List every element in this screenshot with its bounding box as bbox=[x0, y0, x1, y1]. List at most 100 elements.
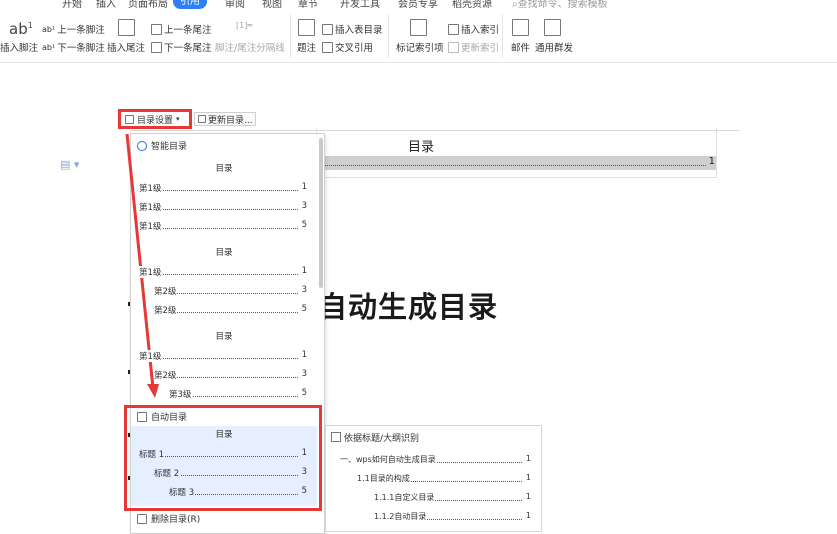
ribbon-divider bbox=[388, 14, 389, 58]
update-index-button[interactable]: 更新索引 bbox=[448, 40, 499, 54]
cross-reference-button[interactable]: 交叉引用 bbox=[322, 40, 373, 54]
panel-title: 依据标题/大纲识别 bbox=[344, 434, 420, 444]
outline-toc-row-page: 1 bbox=[525, 473, 531, 482]
tab-member[interactable]: 会员专享 bbox=[398, 0, 438, 10]
toc-style-row-page: 3 bbox=[301, 369, 307, 379]
delete-toc-icon bbox=[137, 513, 147, 524]
toc-style-option[interactable]: 目录第1级 1 第1级 3 第1级 5 bbox=[131, 160, 317, 240]
tab-home[interactable]: 开始 bbox=[62, 0, 82, 10]
menu-bar: 开始 插入 页面布局 引用 审阅 视图 章节 开发工具 会员专享 稻壳资源 ⌕查… bbox=[0, 0, 837, 10]
insert-footnote-button[interactable]: 插入脚注 bbox=[0, 40, 38, 54]
toc-style-title: 目录 bbox=[215, 248, 233, 258]
separator-line-icon: [1]═ bbox=[236, 21, 253, 30]
outline-toc-row: 一、wps如何自动生成目录 1 bbox=[340, 454, 531, 466]
insert-endnote-button[interactable]: 插入尾注 bbox=[107, 40, 145, 54]
auto-toc-icon bbox=[137, 411, 147, 422]
tab-section[interactable]: 章节 bbox=[298, 0, 318, 10]
toc-style-row: 第2级 5 bbox=[139, 304, 307, 316]
insert-index-icon bbox=[448, 23, 459, 35]
mark-index-entry-button[interactable]: 标记索引项 bbox=[396, 40, 444, 54]
toc-style-row-label: 标题 3 bbox=[169, 486, 196, 498]
update-toc-icon bbox=[198, 115, 206, 123]
toc-settings-dropdown: 智能目录 目录 第1级 1 第1级 3 第1级 5 目录 第1级 1 第2级 3 第2级 5 目录 第1级… bbox=[130, 133, 325, 534]
toc-style-row: 标题 2 3 bbox=[139, 467, 307, 479]
outline-toc-row: 1.1目录的构成 1 bbox=[357, 473, 531, 485]
command-search[interactable]: ⌕查找命令、搜索模板 bbox=[512, 0, 608, 10]
toc-style-row-page: 5 bbox=[301, 388, 307, 398]
toc-style-option[interactable]: 目录 第1级 1 第2级 3 第3级 5 bbox=[131, 328, 317, 408]
prev-endnote-button[interactable]: 上一条尾注 bbox=[151, 22, 212, 36]
outline-toc-row-page: 1 bbox=[525, 454, 531, 463]
page-navigation-icon[interactable]: ▤ ▾ bbox=[60, 158, 79, 171]
toc-style-row: 标题 3 5 bbox=[139, 486, 307, 498]
toc-style-row-page: 1 bbox=[301, 350, 307, 360]
toc-entry-line[interactable]: 1 bbox=[320, 156, 716, 170]
toc-style-row-label: 第2级 bbox=[154, 369, 178, 381]
delete-toc-item[interactable]: 删除目录(R) bbox=[137, 512, 200, 525]
page-top-margin-line bbox=[130, 130, 740, 131]
prev-endnote-icon bbox=[151, 23, 162, 35]
toc-leader-dots bbox=[139, 228, 298, 229]
smart-toc-icon bbox=[137, 140, 147, 151]
dropdown-scrollbar[interactable] bbox=[319, 138, 323, 288]
tab-insert[interactable]: 插入 bbox=[96, 0, 116, 10]
toc-style-row-label: 第2级 bbox=[154, 285, 178, 297]
toc-leader-dots bbox=[139, 209, 298, 210]
toc-style-row-label: 第1级 bbox=[139, 266, 163, 278]
toc-leader-dots bbox=[139, 190, 298, 191]
outline-toc-preview-panel[interactable]: 依据标题/大纲识别 一、wps如何自动生成目录 1 1.1目录的构成 1 1.1.1自定… bbox=[325, 425, 542, 532]
tab-docer[interactable]: 稻壳资源 bbox=[452, 0, 492, 10]
toc-frame-bottom bbox=[316, 177, 716, 178]
toc-style-row-label: 第1级 bbox=[139, 182, 163, 194]
caption-button[interactable]: 题注 bbox=[297, 40, 316, 54]
toc-style-row-page: 5 bbox=[301, 486, 307, 496]
prev-footnote-button[interactable]: ab¹ 上一条脚注 bbox=[42, 22, 105, 37]
toc-settings-button[interactable]: 目录设置 ▾ bbox=[118, 109, 192, 129]
toc-style-row-page: 3 bbox=[301, 285, 307, 295]
tab-developer[interactable]: 开发工具 bbox=[340, 0, 380, 10]
next-footnote-button[interactable]: ab¹ 下一条脚注 bbox=[42, 40, 105, 55]
insert-index-button[interactable]: 插入索引 bbox=[448, 22, 499, 36]
outline-toc-row-label: 1.1.1自定义目录 bbox=[374, 492, 436, 503]
outline-toc-row: 1.1.2自动目录 1 bbox=[374, 511, 531, 523]
prev-footnote-icon: ab¹ bbox=[42, 24, 56, 34]
mass-mailing-icon bbox=[544, 19, 561, 36]
toc-style-row-label: 第3级 bbox=[169, 388, 193, 400]
auto-toc-option[interactable]: 目录 标题 1 1 标题 2 3 标题 3 5 bbox=[131, 426, 317, 506]
tab-page-layout[interactable]: 页面布局 bbox=[128, 0, 168, 10]
outline-toc-row-label: 1.1.2自动目录 bbox=[374, 511, 428, 522]
tab-references[interactable]: 引用 bbox=[173, 0, 207, 9]
smart-toc-header: 智能目录 bbox=[137, 139, 187, 152]
outline-toc-row-label: 一、wps如何自动生成目录 bbox=[340, 454, 437, 465]
toc-style-row: 第1级 5 bbox=[139, 220, 307, 232]
toc-style-row-page: 3 bbox=[301, 467, 307, 477]
footnote-separator-button[interactable]: 脚注/尾注分隔线 bbox=[215, 40, 285, 54]
update-toc-button[interactable]: 更新目录... bbox=[194, 112, 256, 126]
toc-style-title: 目录 bbox=[215, 164, 233, 174]
footnote-icon: ab1 bbox=[9, 20, 33, 38]
toc-style-row: 第2级 3 bbox=[139, 369, 307, 381]
toc-style-row-page: 5 bbox=[301, 304, 307, 314]
toc-style-row: 第1级 1 bbox=[139, 266, 307, 278]
document-heading: 自动生成目录 bbox=[318, 290, 499, 324]
tab-review[interactable]: 审阅 bbox=[225, 0, 245, 10]
ribbon-toolbar: ab1 插入脚注 ab¹ 上一条脚注 ab¹ 下一条脚注 插入尾注 上一条尾注 下一… bbox=[0, 10, 837, 63]
toc-style-option[interactable]: 目录第1级 1 第2级 3 第2级 5 bbox=[131, 244, 317, 324]
outline-toc-row-page: 1 bbox=[525, 492, 531, 501]
toc-style-row: 第1级 1 bbox=[139, 182, 307, 194]
insert-table-of-figures-button[interactable]: 插入表目录 bbox=[322, 22, 383, 36]
next-endnote-button[interactable]: 下一条尾注 bbox=[151, 40, 212, 54]
mail-button[interactable]: 邮件 bbox=[511, 40, 530, 54]
toc-style-row: 第2级 3 bbox=[139, 285, 307, 297]
toc-style-row-page: 3 bbox=[301, 201, 307, 211]
mass-mailing-button[interactable]: 通用群发 bbox=[535, 40, 573, 54]
ribbon-divider bbox=[502, 14, 503, 58]
tab-view[interactable]: 视图 bbox=[262, 0, 282, 10]
toc-style-row: 标题 1 1 bbox=[139, 448, 307, 460]
table-of-figures-icon bbox=[322, 23, 333, 35]
next-endnote-icon bbox=[151, 41, 162, 53]
outline-toc-row-label: 1.1目录的构成 bbox=[357, 473, 411, 484]
toc-page-number: 1 bbox=[708, 156, 715, 167]
toc-style-row-label: 第2级 bbox=[154, 304, 178, 316]
search-placeholder: 查找命令、搜索模板 bbox=[517, 0, 608, 10]
